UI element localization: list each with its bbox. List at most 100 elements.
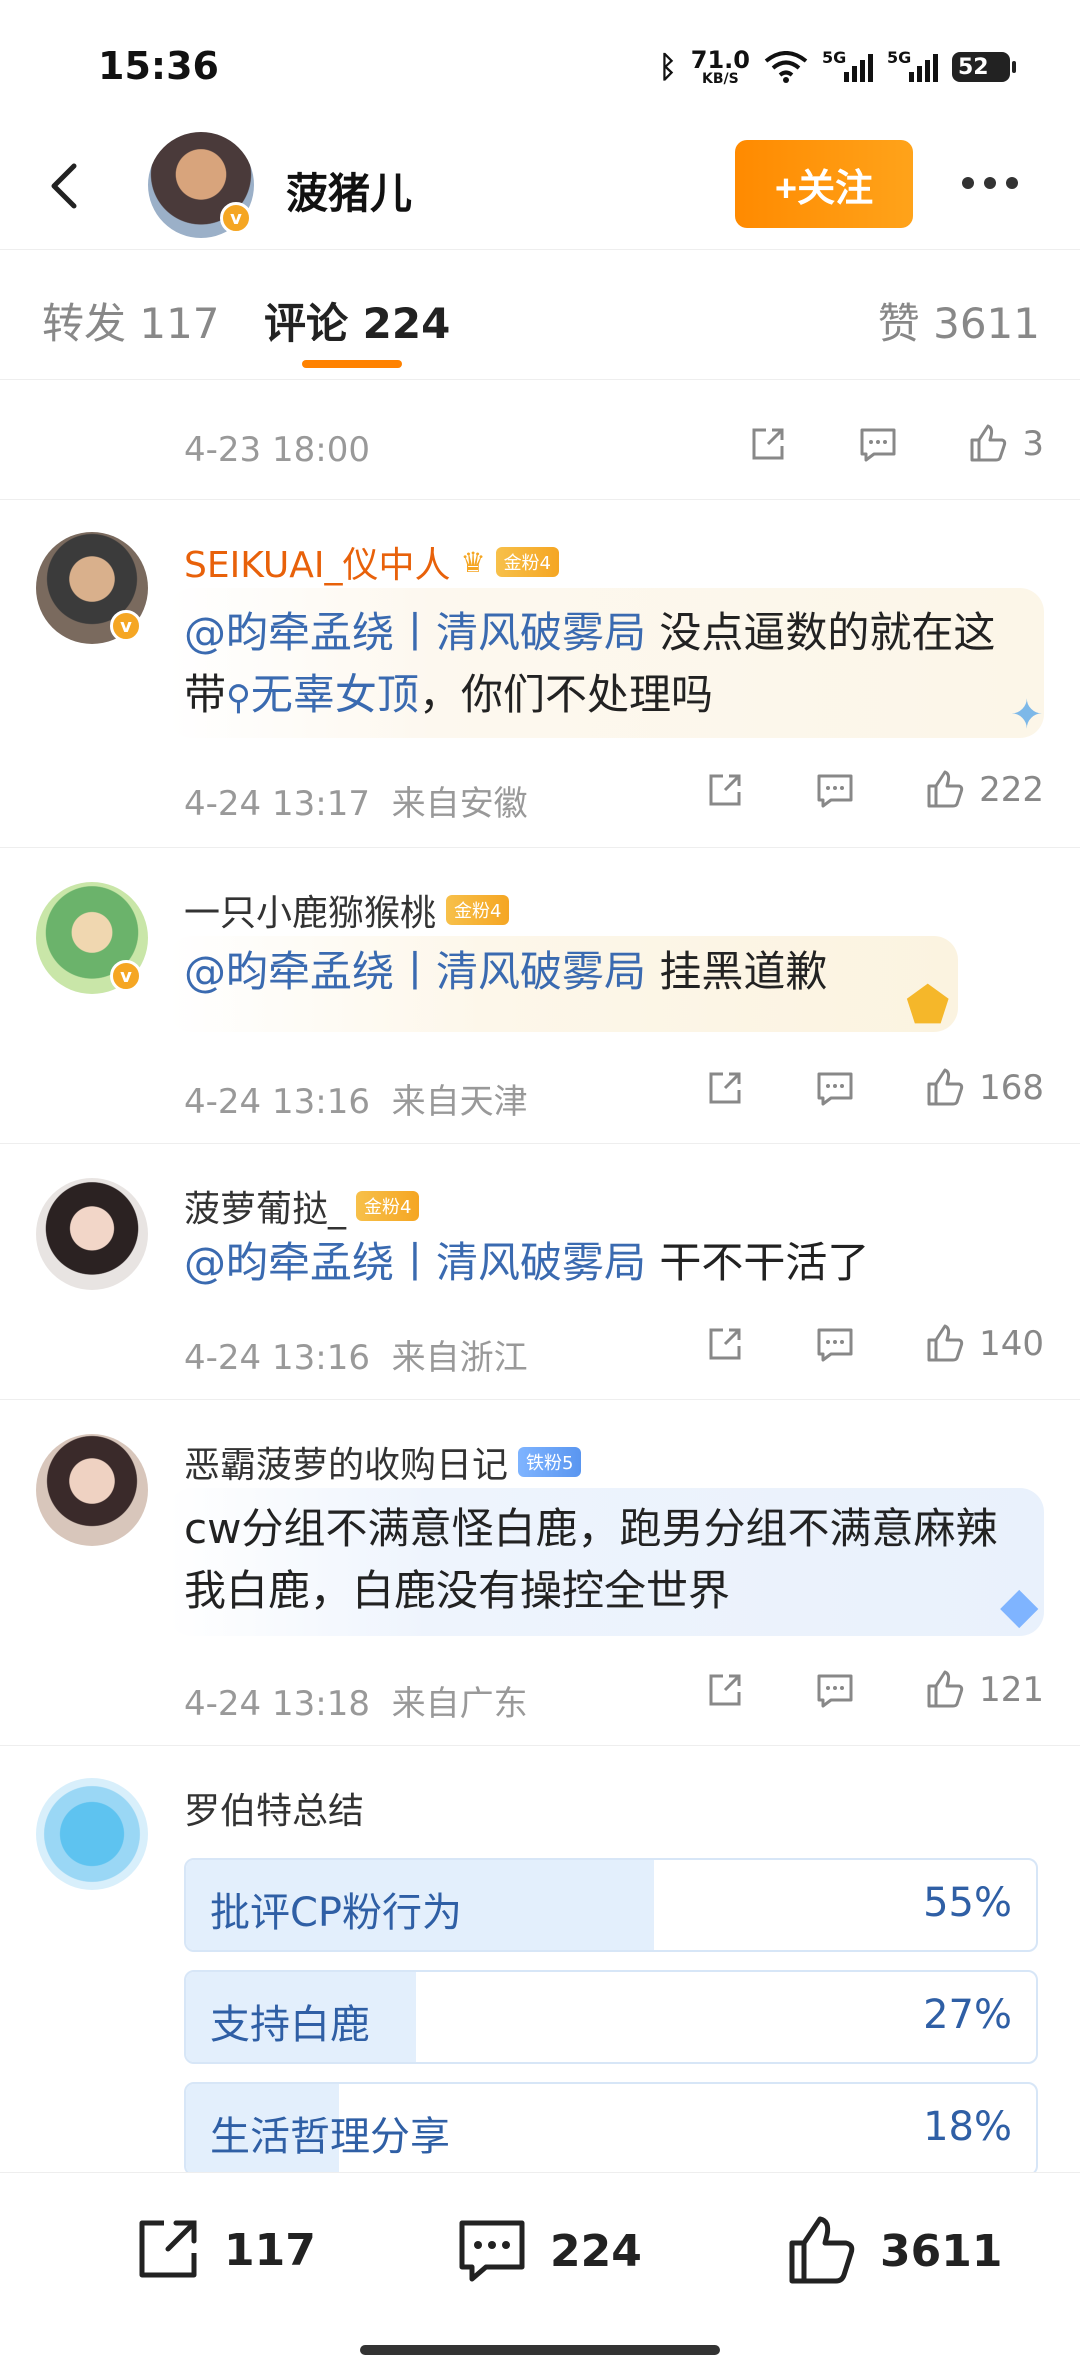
comment-author-name[interactable]: 一只小鹿猕猴桃 xyxy=(184,884,436,936)
comment-icon xyxy=(459,2220,525,2282)
comment-text: @昀牵孟绕丨清风破雾局 挂黑道歉 xyxy=(184,947,828,996)
comment-meta: 4-24 13:17 来自安徽 xyxy=(184,784,528,824)
gold-gem-decoration-icon: ⬟ xyxy=(906,976,950,1034)
share-button[interactable] xyxy=(703,1066,747,1110)
poll-option[interactable]: 支持白鹿 27% xyxy=(184,1970,1038,2064)
post-meta-row: 4-23 18:00 3 xyxy=(0,380,1080,500)
thumbs-up-icon xyxy=(927,1670,964,1708)
comment-actions: 222 xyxy=(703,768,1044,812)
comment-button[interactable] xyxy=(813,1668,857,1712)
comment-button[interactable] xyxy=(856,422,900,466)
tab-bar: 转发 117 评论 224 赞 3611 xyxy=(0,250,1080,380)
blue-gem-decoration-icon: ◆ xyxy=(1000,1576,1039,1634)
thumbs-up-icon xyxy=(927,770,964,808)
mention-link[interactable]: @昀牵孟绕丨清风破雾局 xyxy=(184,608,646,657)
crown-icon: ♛ xyxy=(460,545,486,579)
thumbs-up-icon xyxy=(927,1068,964,1106)
search-icon: ⚲ xyxy=(226,678,251,718)
poll-author-name[interactable]: 罗伯特总结 xyxy=(184,1782,364,1834)
comment-button[interactable] xyxy=(813,768,857,812)
poll-option-label: 生活哲理分享 xyxy=(210,2114,450,2160)
wifi-icon xyxy=(764,51,808,83)
comment-item: v 一只小鹿猕猴桃 金粉4 @昀牵孟绕丨清风破雾局 挂黑道歉 ⬟ 4-24 13… xyxy=(0,848,1080,1144)
comment-actions: 168 xyxy=(703,1066,1044,1110)
avatar[interactable] xyxy=(36,1178,148,1290)
like-count: 168 xyxy=(979,1068,1044,1108)
comment-item: v SEIKUAI_仪中人 ♛ 金粉4 @昀牵孟绕丨清风破雾局 没点逼数的就在这… xyxy=(0,500,1080,848)
like-count: 3 xyxy=(1022,424,1044,464)
like-button[interactable]: 3 xyxy=(966,422,1044,466)
thumbs-up-icon xyxy=(970,424,1007,462)
back-arrow-icon[interactable] xyxy=(38,158,94,214)
repost-button[interactable]: 117 xyxy=(130,2213,316,2287)
repost-count: 117 xyxy=(224,2224,316,2276)
verified-badge-icon: v xyxy=(220,202,252,234)
poll-author: 罗伯特总结 xyxy=(184,1782,364,1834)
active-tab-indicator xyxy=(302,360,402,368)
more-options-icon[interactable] xyxy=(962,168,1032,198)
author-name[interactable]: 菠猪儿 xyxy=(286,160,412,221)
like-button[interactable]: 140 xyxy=(923,1322,1044,1366)
comment-icon xyxy=(817,1072,853,1106)
comment-text: cw分组不满意怪白鹿，跑男分组不满意麻辣我白鹿，白鹿没有操控全世界 xyxy=(184,1504,998,1615)
thumbs-up-icon xyxy=(789,2216,855,2284)
poll-option-percent: 55% xyxy=(923,1880,1012,1926)
poll-option[interactable]: 批评CP粉行为 55% xyxy=(184,1858,1038,1952)
mention-link[interactable]: @昀牵孟绕丨清风破雾局 xyxy=(184,947,646,996)
fan-badge: 金粉4 xyxy=(446,895,510,925)
status-time: 15:36 xyxy=(98,44,219,88)
poll-option[interactable]: 生活哲理分享 18% xyxy=(184,2082,1038,2172)
comment-button[interactable] xyxy=(813,1066,857,1110)
verified-badge-icon: v xyxy=(110,960,142,992)
home-indicator[interactable] xyxy=(360,2345,720,2355)
comment-text: @昀牵孟绕丨清风破雾局 没点逼数的就在这带⚲无辜女顶，你们不处理吗 xyxy=(184,608,996,719)
like-count: 222 xyxy=(979,770,1044,810)
comment-bubble: cw分组不满意怪白鹿，跑男分组不满意麻辣我白鹿，白鹿没有操控全世界 xyxy=(168,1488,1044,1636)
like-count: 121 xyxy=(979,1670,1044,1710)
signal-icon: 5G xyxy=(822,48,873,82)
tab-reposts[interactable]: 转发 117 xyxy=(42,290,220,351)
like-button[interactable]: 222 xyxy=(923,768,1044,812)
comment-author-name[interactable]: SEIKUAI_仪中人 xyxy=(184,536,450,588)
verified-badge-icon: v xyxy=(110,610,142,642)
tab-comments[interactable]: 评论 224 xyxy=(264,290,450,351)
network-speed: 71.0 KB/S xyxy=(690,46,750,87)
status-bar: 15:36 ᛒ 71.0 KB/S 5G 5G 52 xyxy=(0,0,1080,130)
tab-likes[interactable]: 赞 3611 xyxy=(878,290,1040,351)
poll-option-label: 批评CP粉行为 xyxy=(210,1890,463,1936)
fan-badge: 金粉4 xyxy=(356,1191,420,1221)
thumbs-up-icon xyxy=(927,1324,964,1362)
comment-button[interactable] xyxy=(813,1322,857,1366)
like-count: 140 xyxy=(979,1324,1044,1364)
bluetooth-icon: ᛒ xyxy=(658,49,677,85)
avatar[interactable] xyxy=(36,1434,148,1546)
battery-icon: 52 xyxy=(952,52,1016,82)
share-button[interactable] xyxy=(703,768,747,812)
comment-meta: 4-24 13:16 来自浙江 xyxy=(184,1338,528,1378)
like-bar-button[interactable]: 3611 xyxy=(784,2213,1002,2289)
comment-meta: 4-24 13:18 来自广东 xyxy=(184,1684,528,1724)
comment-bar-button[interactable]: 224 xyxy=(454,2213,642,2289)
top-bar: v 菠猪儿 +关注 xyxy=(0,130,1080,250)
share-icon xyxy=(139,2220,197,2278)
comment-item: 恶霸菠萝的收购日记 铁粉5 cw分组不满意怪白鹿，跑男分组不满意麻辣我白鹿，白鹿… xyxy=(0,1400,1080,1746)
comment-icon xyxy=(817,1328,853,1362)
fan-badge: 金粉4 xyxy=(495,547,560,577)
mention-link[interactable]: @昀牵孟绕丨清风破雾局 xyxy=(184,1238,646,1287)
share-icon xyxy=(709,1328,741,1360)
share-button[interactable] xyxy=(746,422,790,466)
comment-icon xyxy=(817,1674,853,1708)
follow-button[interactable]: +关注 xyxy=(735,140,913,228)
comment-author-name[interactable]: 恶霸菠萝的收购日记 xyxy=(184,1436,508,1488)
bot-avatar[interactable] xyxy=(36,1778,148,1890)
topic-link[interactable]: ⚲无辜女顶 xyxy=(226,670,419,719)
share-button[interactable] xyxy=(703,1322,747,1366)
comment-text: @昀牵孟绕丨清风破雾局 干不干活了 xyxy=(184,1238,870,1287)
comment-actions: 121 xyxy=(703,1668,1044,1712)
comment-author-name[interactable]: 菠萝葡挞_ xyxy=(184,1180,346,1232)
like-button[interactable]: 168 xyxy=(923,1066,1044,1110)
share-button[interactable] xyxy=(703,1668,747,1712)
comment-item: 菠萝葡挞_ 金粉4 @昀牵孟绕丨清风破雾局 干不干活了 4-24 13:16 来… xyxy=(0,1144,1080,1400)
like-button[interactable]: 121 xyxy=(923,1668,1044,1712)
poll-option-label: 支持白鹿 xyxy=(210,2002,370,2048)
